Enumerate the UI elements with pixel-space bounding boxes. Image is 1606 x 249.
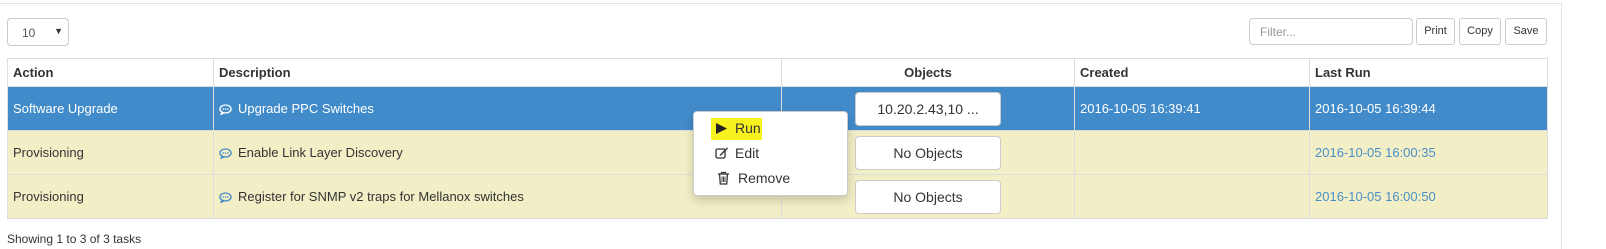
- menu-item-edit[interactable]: Edit: [694, 142, 847, 166]
- context-menu: Run Edit Remove: [693, 111, 848, 196]
- column-header-created[interactable]: Created: [1074, 58, 1310, 87]
- panel-right-border: [1561, 3, 1562, 249]
- print-button[interactable]: Print: [1416, 18, 1455, 45]
- created-cell: [1074, 130, 1310, 175]
- save-button[interactable]: Save: [1505, 18, 1547, 45]
- last-run-cell: 2016-10-05 16:00:50: [1309, 174, 1548, 219]
- objects-button[interactable]: No Objects: [855, 179, 1001, 214]
- menu-item-label: Edit: [735, 145, 760, 161]
- trash-icon: [718, 171, 729, 185]
- action-cell: Provisioning: [7, 130, 214, 175]
- description-text: Enable Link Layer Discovery: [238, 145, 403, 160]
- menu-item-remove[interactable]: Remove: [694, 167, 847, 191]
- last-run-cell: 2016-10-05 16:00:35: [1309, 130, 1548, 175]
- action-cell: Provisioning: [7, 174, 214, 219]
- filter-input[interactable]: [1249, 18, 1413, 45]
- table-header-row: Action Description Objects Created Last …: [7, 58, 1548, 87]
- column-header-description[interactable]: Description: [213, 58, 782, 87]
- column-header-last-run[interactable]: Last Run: [1309, 58, 1548, 87]
- comment-icon: [219, 148, 232, 160]
- comment-icon: [219, 192, 232, 204]
- column-header-objects[interactable]: Objects: [781, 58, 1075, 87]
- edit-icon: [715, 147, 728, 159]
- play-icon: [716, 123, 727, 134]
- description-text: Upgrade PPC Switches: [238, 101, 374, 116]
- menu-item-label: Remove: [738, 170, 791, 186]
- menu-item-run[interactable]: Run: [694, 117, 847, 141]
- created-cell: 2016-10-05 16:39:41: [1074, 86, 1310, 131]
- page-size-select[interactable]: 10 ▼: [7, 18, 69, 46]
- table-info: Showing 1 to 3 of 3 tasks: [7, 232, 142, 246]
- action-cell: Software Upgrade: [7, 86, 214, 131]
- copy-button[interactable]: Copy: [1459, 18, 1501, 45]
- created-cell: [1074, 174, 1310, 219]
- objects-button[interactable]: 10.20.2.43,10 ...: [855, 91, 1001, 126]
- caret-down-icon: ▼: [54, 26, 63, 36]
- menu-item-label: Run: [735, 120, 761, 136]
- last-run-cell: 2016-10-05 16:39:44: [1309, 86, 1548, 131]
- page-size-value: 10: [22, 26, 36, 40]
- column-header-action[interactable]: Action: [7, 58, 214, 87]
- panel-top-border: [0, 3, 1562, 4]
- comment-icon: [219, 104, 232, 116]
- description-text: Register for SNMP v2 traps for Mellanox …: [238, 189, 524, 204]
- objects-button[interactable]: No Objects: [855, 135, 1001, 170]
